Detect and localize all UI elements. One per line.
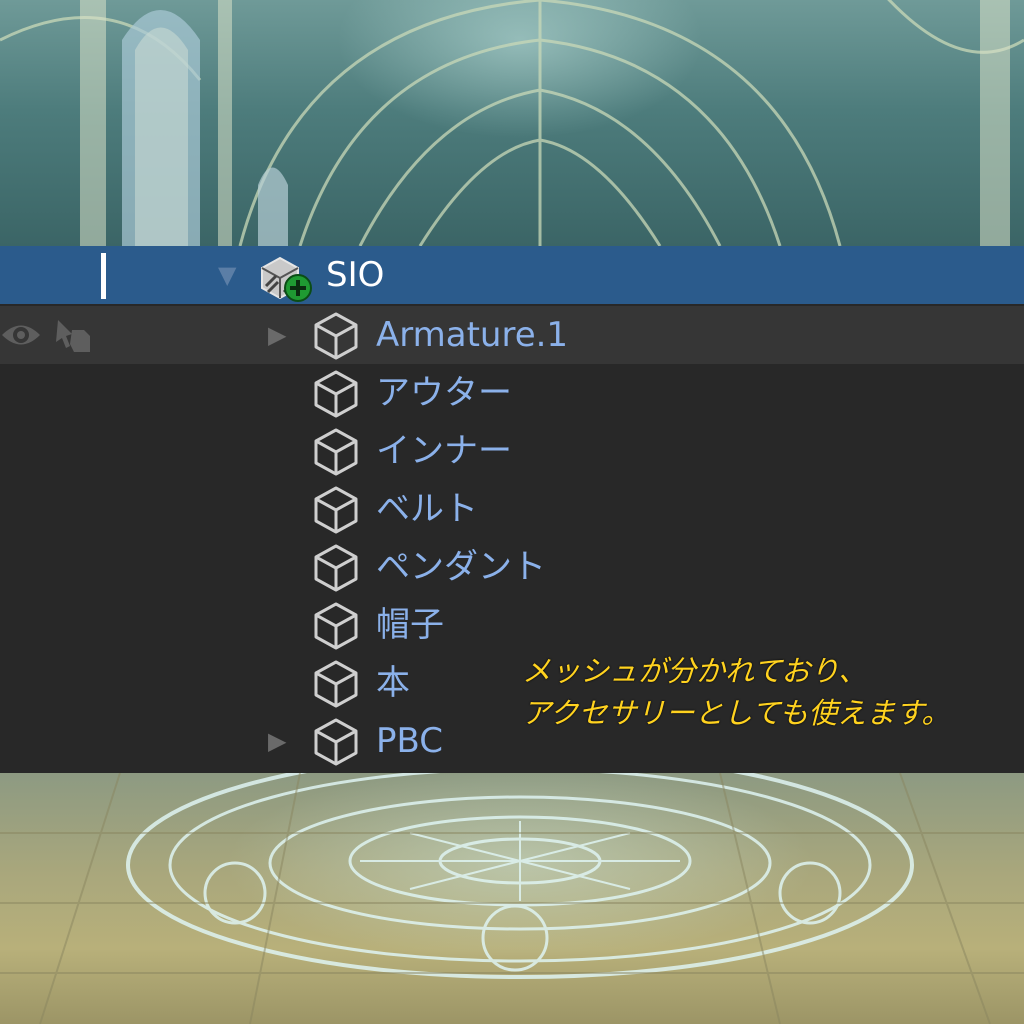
outliner-item-label: ペンダント [376,547,546,587]
outliner-item-label: インナー [376,431,512,471]
outliner-row-belt[interactable]: ベルト [0,480,1024,538]
outliner-item-label: アウター [376,373,512,413]
magic-circle-illustration [0,773,1024,1024]
outliner-row-hat[interactable]: 帽子 [0,596,1024,654]
mesh-cube-icon [310,426,362,478]
outliner-row-collection[interactable]: ▼ SIO [0,246,1024,304]
mesh-cube-icon [310,310,362,362]
outliner-item-label: 帽子 [376,605,444,645]
outliner-item-label: PBC [376,721,443,761]
collection-label: SIO [326,255,385,295]
caption-line-2: アクセサリーとしても使えます。 [522,696,951,730]
mesh-cube-icon [310,658,362,710]
caption-overlay: メッシュが分かれており、 アクセサリーとしても使えます。 [522,650,1022,734]
outliner-row-armature[interactable]: ▶ Armature.1 [0,306,1024,364]
mesh-cube-icon [310,484,362,536]
stained-glass-window [122,10,288,246]
caption-line-1: メッシュが分かれており、 [522,654,868,688]
active-collection-marker [101,253,106,299]
expand-right-arrow-icon[interactable]: ▶ [268,729,288,753]
vaulted-arches-illustration [0,0,1024,246]
outliner-row-outer[interactable]: アウター [0,364,1024,422]
expand-right-arrow-icon[interactable]: ▶ [268,323,288,347]
magic-circle-floor-background [0,773,1024,1024]
cathedral-ceiling-background [0,0,1024,246]
eye-icon[interactable] [0,320,42,350]
outliner-item-label: Armature.1 [376,315,569,355]
mesh-cube-icon [310,600,362,652]
pointer-hand-icon[interactable] [54,318,96,354]
outliner-row-pendant[interactable]: ペンダント [0,538,1024,596]
collection-add-icon [258,252,316,304]
expand-down-arrow-icon[interactable]: ▼ [218,263,238,287]
outliner-item-label: ベルト [376,489,478,529]
outliner-row-inner[interactable]: インナー [0,422,1024,480]
mesh-cube-icon [310,542,362,594]
mesh-cube-icon [310,716,362,768]
mesh-cube-icon [310,368,362,420]
outliner-item-label: 本 [376,663,410,703]
